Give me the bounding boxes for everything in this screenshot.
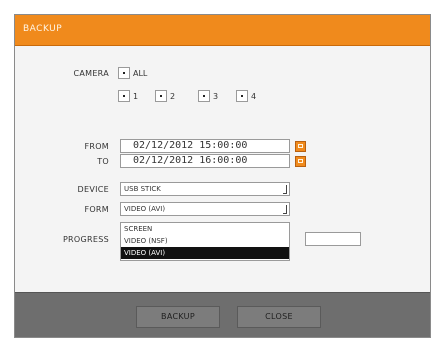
to-label: TO — [97, 157, 109, 166]
form-dropdown-list: SCREEN VIDEO (NSF) VIDEO (AVI) — [120, 222, 290, 261]
to-datetime-field[interactable]: 02/12/2012 16:00:00 — [120, 154, 290, 168]
dropdown-indicator-icon — [283, 185, 287, 194]
camera-2-label: 2 — [170, 92, 176, 101]
camera-3-label: 3 — [213, 92, 219, 101]
from-label: FROM — [84, 142, 109, 151]
to-calendar-icon[interactable] — [295, 156, 306, 167]
device-value: USB STICK — [124, 185, 161, 193]
title-bar: BACKUP — [15, 15, 430, 46]
camera-all-checkbox[interactable] — [118, 67, 130, 79]
camera-4-checkbox[interactable] — [236, 90, 248, 102]
camera-3-checkbox[interactable] — [198, 90, 210, 102]
camera-all-label: ALL — [133, 69, 148, 78]
backup-dialog: BACKUP CAMERA ALL 1 2 3 4 FROM 02/12/201… — [14, 14, 431, 338]
device-label: DEVICE — [77, 185, 109, 194]
dialog-title: BACKUP — [23, 24, 63, 34]
form-option-screen[interactable]: SCREEN — [121, 223, 289, 235]
form-value: VIDEO (AVI) — [124, 205, 166, 213]
form-option-video-nsf[interactable]: VIDEO (NSF) — [121, 235, 289, 247]
camera-label: CAMERA — [73, 69, 109, 78]
progress-label: PROGRESS — [62, 235, 109, 244]
backup-button[interactable]: BACKUP — [136, 306, 220, 328]
form-label: FORM — [84, 205, 109, 214]
camera-4-label: 4 — [251, 92, 257, 101]
from-datetime-field[interactable]: 02/12/2012 15:00:00 — [120, 139, 290, 153]
dialog-footer: BACKUP CLOSE — [15, 292, 430, 337]
form-option-video-avi[interactable]: VIDEO (AVI) — [121, 247, 289, 259]
camera-2-checkbox[interactable] — [155, 90, 167, 102]
from-calendar-icon[interactable] — [295, 141, 306, 152]
close-button[interactable]: CLOSE — [237, 306, 321, 328]
camera-1-label: 1 — [133, 92, 139, 101]
camera-1-checkbox[interactable] — [118, 90, 130, 102]
dropdown-indicator-icon — [283, 205, 287, 214]
progress-bar — [305, 232, 361, 246]
device-select[interactable]: USB STICK — [120, 182, 290, 196]
form-select[interactable]: VIDEO (AVI) — [120, 202, 290, 216]
